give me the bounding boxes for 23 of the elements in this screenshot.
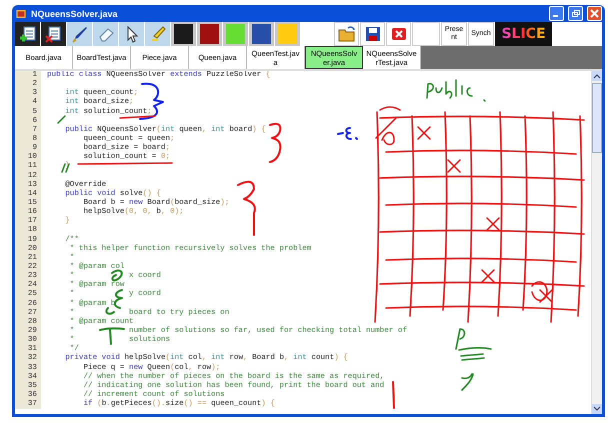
- restore-icon: [571, 9, 580, 18]
- close-button[interactable]: [587, 6, 602, 21]
- document-plus-icon: [18, 25, 36, 43]
- pen-button[interactable]: [67, 22, 92, 46]
- new-file-button[interactable]: [15, 22, 40, 46]
- eraser-button[interactable]: [93, 22, 118, 46]
- close-file-button[interactable]: [386, 22, 411, 46]
- folder-icon: [338, 25, 356, 43]
- app-icon: [15, 8, 27, 20]
- document-cross-icon: [44, 25, 62, 43]
- highlighter-button[interactable]: [145, 22, 170, 46]
- pointer-button[interactable]: [119, 22, 144, 46]
- scroll-thumb[interactable]: [592, 83, 602, 153]
- minimize-button[interactable]: [549, 6, 564, 21]
- x-icon: [390, 25, 408, 43]
- open-button[interactable]: [334, 22, 359, 46]
- delete-file-button[interactable]: [41, 22, 66, 46]
- save-button[interactable]: [360, 22, 385, 46]
- restore-button[interactable]: [568, 6, 583, 21]
- scrollbar[interactable]: [591, 71, 602, 414]
- window-title: NQueensSolver.java: [31, 8, 119, 18]
- close-icon: [590, 9, 599, 18]
- pen-icon: [70, 25, 88, 43]
